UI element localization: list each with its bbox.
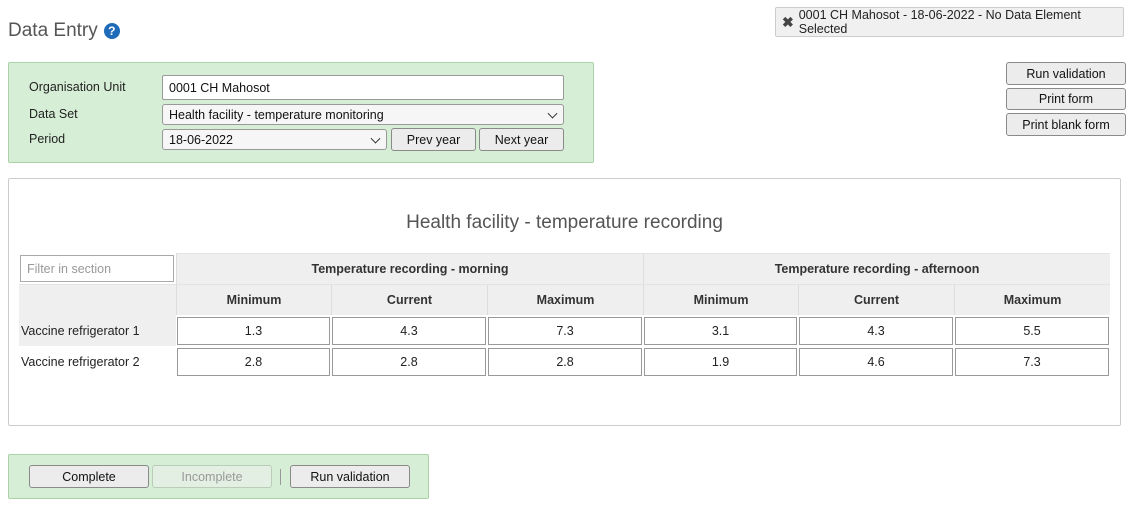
period-value: 18-06-2022 — [169, 132, 233, 147]
column-header: Current — [331, 284, 487, 315]
value-cell-wrap: 4.3 — [331, 315, 487, 346]
footer-panel: Complete Incomplete Run validation — [8, 454, 429, 499]
period-select[interactable]: 18-06-2022 — [162, 129, 387, 150]
data-entry-table: Filter in section Temperature recording … — [19, 253, 1111, 377]
print-blank-form-button[interactable]: Print blank form — [1006, 113, 1126, 136]
chevron-down-icon — [370, 133, 381, 144]
value-input[interactable]: 5.5 — [955, 316, 1110, 345]
value-input[interactable]: 1.9 — [644, 347, 798, 376]
dataset-label: Data Set — [29, 107, 78, 121]
group-header-afternoon: Temperature recording - afternoon — [643, 253, 1111, 284]
org-unit-label: Organisation Unit — [29, 80, 126, 94]
period-label: Period — [29, 132, 66, 146]
column-header: Minimum — [176, 284, 331, 315]
selection-info-box: ✖ 0001 CH Mahosot - 18-06-2022 - No Data… — [775, 7, 1124, 37]
selection-panel: Organisation Unit 0001 CH Mahosot Data S… — [8, 62, 594, 163]
run-validation-button[interactable]: Run validation — [1006, 62, 1126, 85]
filter-cell: Filter in section — [19, 253, 176, 284]
row-label: Vaccine refrigerator 2 — [21, 354, 140, 369]
value-cell-wrap: 2.8 — [176, 346, 331, 377]
print-form-button[interactable]: Print form — [1006, 88, 1126, 110]
group-header-morning: Temperature recording - morning — [176, 253, 644, 284]
value-input[interactable]: 4.6 — [799, 347, 954, 376]
table-row: Vaccine refrigerator 2 2.8 2.8 2.8 1.9 4… — [19, 346, 1110, 377]
next-year-button[interactable]: Next year — [479, 128, 564, 151]
column-header: Minimum — [643, 284, 799, 315]
incomplete-button[interactable]: Incomplete — [152, 465, 272, 488]
value-input[interactable]: 7.3 — [488, 316, 643, 345]
column-header-row: Minimum Current Maximum Minimum Current … — [19, 284, 1111, 315]
run-validation-footer-button[interactable]: Run validation — [290, 465, 410, 488]
divider — [280, 469, 281, 485]
chevron-down-icon — [547, 108, 558, 119]
value-input[interactable]: 4.3 — [799, 316, 954, 345]
value-cell-wrap: 1.3 — [176, 315, 331, 346]
value-cell-wrap: 2.8 — [487, 346, 643, 377]
value-input[interactable]: 2.8 — [177, 347, 330, 376]
value-cell-wrap: 4.6 — [798, 346, 954, 377]
value-input[interactable]: 2.8 — [488, 347, 643, 376]
value-input[interactable]: 3.1 — [644, 316, 798, 345]
org-unit-field[interactable]: 0001 CH Mahosot — [162, 75, 564, 100]
value-cell-wrap: 2.8 — [331, 346, 487, 377]
value-input[interactable]: 4.3 — [332, 316, 486, 345]
value-cell-wrap: 5.5 — [954, 315, 1110, 346]
column-header: Current — [798, 284, 955, 315]
dataset-value: Health facility - temperature monitoring — [169, 107, 384, 122]
value-cell-wrap: 7.3 — [954, 346, 1110, 377]
value-input[interactable]: 7.3 — [955, 347, 1110, 376]
column-header: Maximum — [487, 284, 644, 315]
form-title: Health facility - temperature recording — [406, 212, 723, 233]
selection-info-text: 0001 CH Mahosot - 18-06-2022 - No Data E… — [798, 8, 1081, 36]
page-title-text: Data Entry — [8, 20, 98, 41]
complete-button[interactable]: Complete — [29, 465, 149, 488]
form-panel: Health facility - temperature recording … — [8, 178, 1121, 426]
row-label: Vaccine refrigerator 1 — [19, 315, 176, 346]
value-input[interactable]: 2.8 — [332, 347, 486, 376]
table-row: Vaccine refrigerator 1 1.3 4.3 7.3 3.1 4… — [19, 315, 1110, 346]
close-icon[interactable]: ✖ — [782, 14, 794, 31]
value-input[interactable]: 1.3 — [177, 316, 330, 345]
group-header-row: Filter in section Temperature recording … — [19, 253, 1111, 284]
page-title: Data Entry ? — [8, 20, 120, 42]
dataset-select[interactable]: Health facility - temperature monitoring — [162, 104, 564, 125]
value-cell-wrap: 7.3 — [487, 315, 643, 346]
prev-year-button[interactable]: Prev year — [391, 128, 476, 151]
column-header: Maximum — [954, 284, 1111, 315]
filter-input[interactable]: Filter in section — [20, 255, 174, 282]
value-cell-wrap: 3.1 — [643, 315, 798, 346]
value-cell-wrap: 1.9 — [643, 346, 798, 377]
org-unit-value: 0001 CH Mahosot — [169, 80, 270, 95]
value-cell-wrap: 4.3 — [798, 315, 954, 346]
column-header-blank — [19, 284, 176, 315]
help-icon[interactable]: ? — [103, 23, 120, 39]
